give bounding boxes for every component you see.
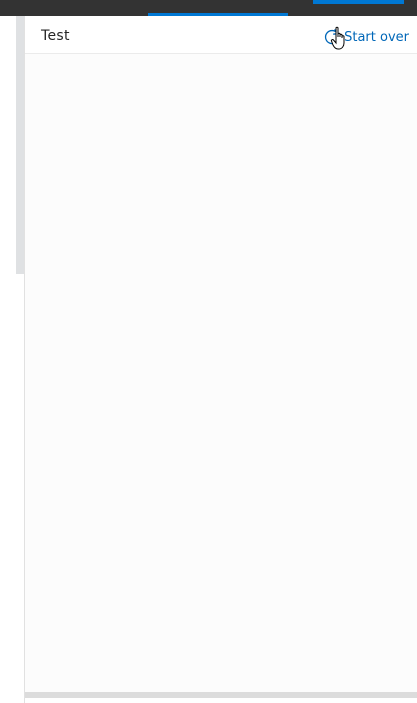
refresh-icon[interactable] xyxy=(322,27,342,47)
top-navigation-bar xyxy=(0,0,417,16)
primary-button-edge[interactable] xyxy=(313,0,404,4)
start-over-button[interactable]: Start over xyxy=(322,27,409,47)
panel-header: Test Start over xyxy=(25,16,417,54)
panel-title: Test xyxy=(41,28,70,44)
start-over-label[interactable]: Start over xyxy=(344,30,409,45)
test-panel: Test Start over xyxy=(25,16,417,692)
bottom-edge xyxy=(25,698,417,703)
vertical-scrollbar-thumb[interactable] xyxy=(16,16,24,274)
